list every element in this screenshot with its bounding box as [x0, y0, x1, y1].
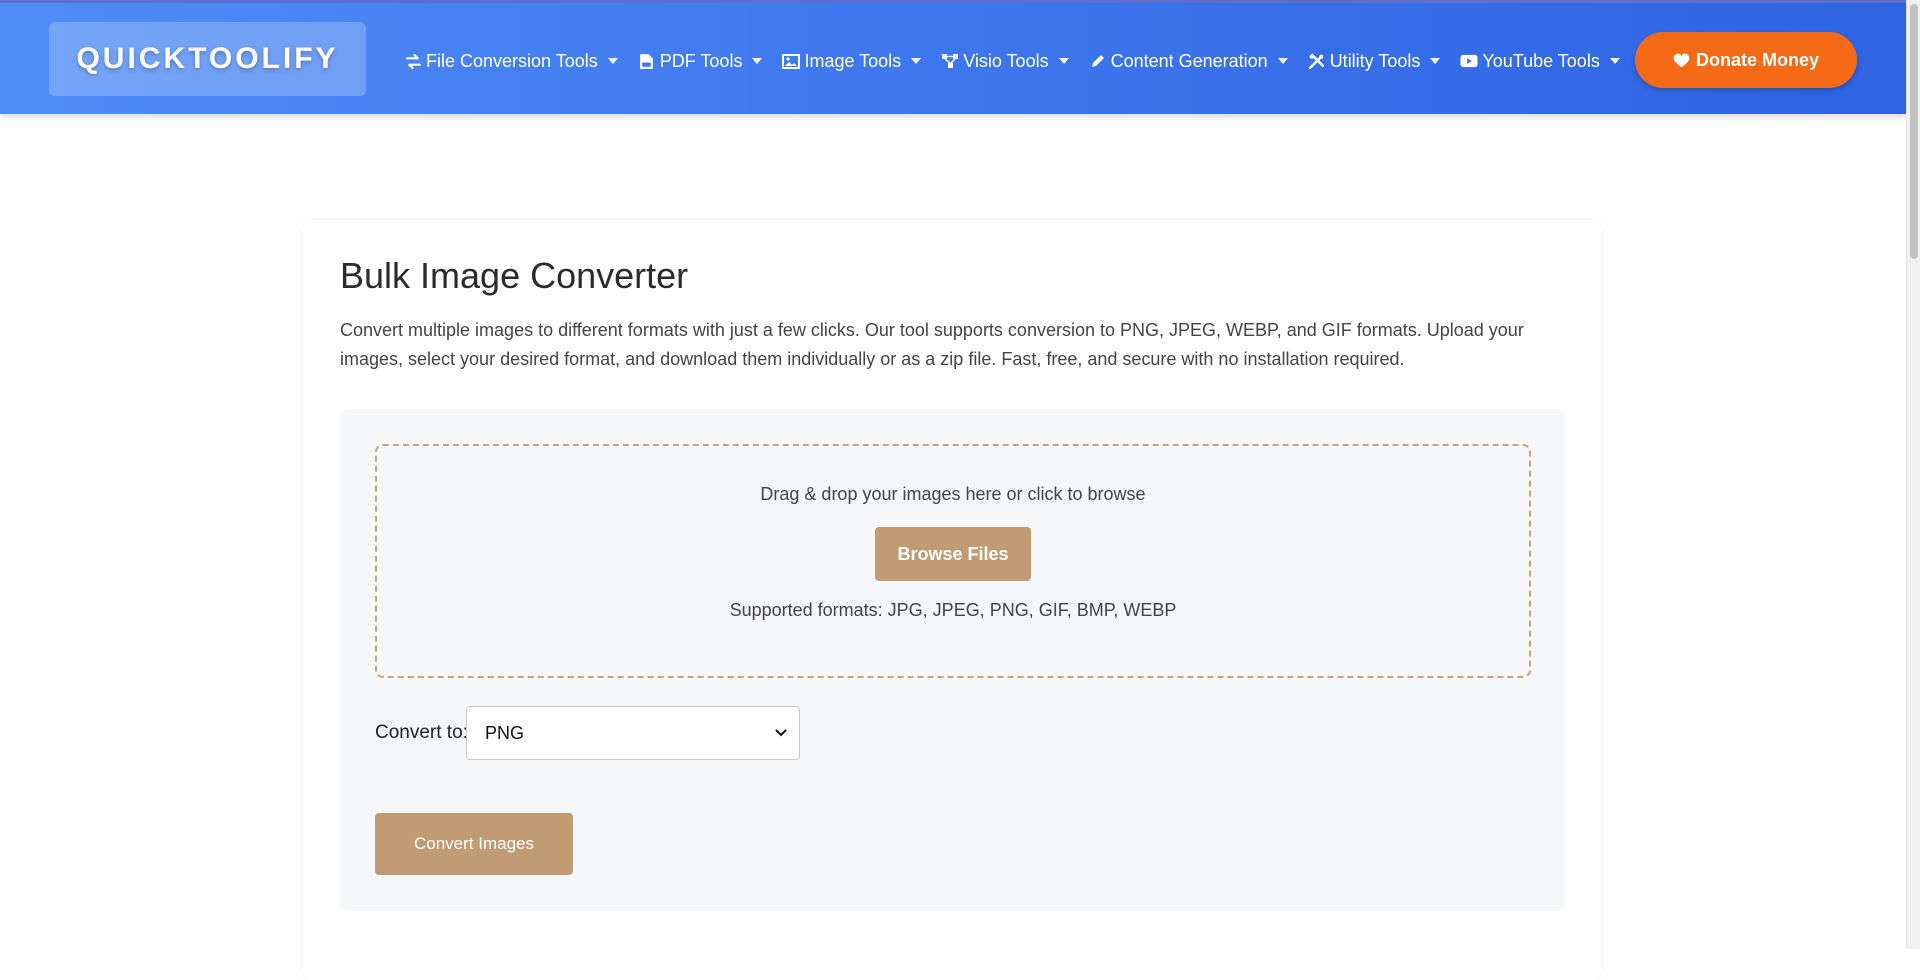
diagram-nodes-icon: [941, 52, 959, 70]
browse-files-button[interactable]: Browse Files: [875, 527, 1031, 581]
main-nav: File Conversion Tools PDF Tools Image To…: [404, 47, 1640, 75]
nav-utility-tools[interactable]: Utility Tools: [1308, 51, 1441, 72]
nav-label: File Conversion Tools: [426, 50, 598, 71]
caret-down-icon: [1058, 58, 1069, 64]
nav-label: Image Tools: [804, 50, 902, 71]
nav-visio-tools[interactable]: Visio Tools: [941, 50, 1069, 72]
heart-icon: [1673, 53, 1690, 68]
page-title: Bulk Image Converter: [340, 255, 689, 296]
chevron-down-icon: [775, 729, 787, 737]
pdf-file-icon: [638, 52, 656, 70]
image-icon: [782, 52, 801, 70]
format-select-value: PNG: [485, 722, 525, 743]
scrollbar-thumb[interactable]: [1910, 4, 1918, 259]
exchange-arrows-icon: [404, 52, 422, 70]
dropzone-instructions: Drag & drop your images here or click to…: [760, 484, 1146, 504]
page-scrollbar[interactable]: [1906, 0, 1920, 949]
donate-button[interactable]: Donate Money: [1635, 32, 1857, 88]
nav-youtube-tools[interactable]: YouTube Tools: [1460, 50, 1620, 72]
caret-down-icon: [911, 58, 922, 64]
nav-label: Utility Tools: [1329, 50, 1421, 71]
caret-down-icon: [607, 58, 618, 64]
convert-images-button[interactable]: Convert Images: [375, 813, 573, 875]
nav-content-generation[interactable]: Content Generation: [1089, 51, 1288, 72]
format-select[interactable]: PNG: [466, 706, 800, 760]
tools-icon: [1308, 52, 1326, 70]
nav-image-tools[interactable]: Image Tools: [782, 50, 922, 72]
pencil-icon: [1089, 52, 1107, 70]
youtube-icon: [1460, 52, 1478, 70]
nav-label: Visio Tools: [963, 50, 1049, 71]
nav-label: PDF Tools: [659, 50, 743, 71]
convert-to-label: Convert to:: [375, 722, 468, 743]
caret-down-icon: [1277, 58, 1288, 64]
nav-label: YouTube Tools: [1482, 50, 1600, 71]
top-navbar: QUICKTOOLIFY File Conversion Tools PDF T…: [0, 0, 1906, 114]
site-logo[interactable]: QUICKTOOLIFY: [49, 22, 366, 96]
page-description: Convert multiple images to different for…: [340, 320, 1524, 369]
donate-label: Donate Money: [1695, 49, 1819, 70]
nav-file-conversion-tools[interactable]: File Conversion Tools: [404, 51, 618, 72]
supported-formats-text: Supported formats: JPG, JPEG, PNG, GIF, …: [729, 600, 1177, 620]
caret-down-icon: [1430, 58, 1441, 64]
nav-label: Content Generation: [1110, 50, 1268, 71]
caret-down-icon: [1609, 58, 1620, 64]
nav-pdf-tools[interactable]: PDF Tools: [638, 51, 763, 72]
caret-down-icon: [752, 58, 763, 64]
